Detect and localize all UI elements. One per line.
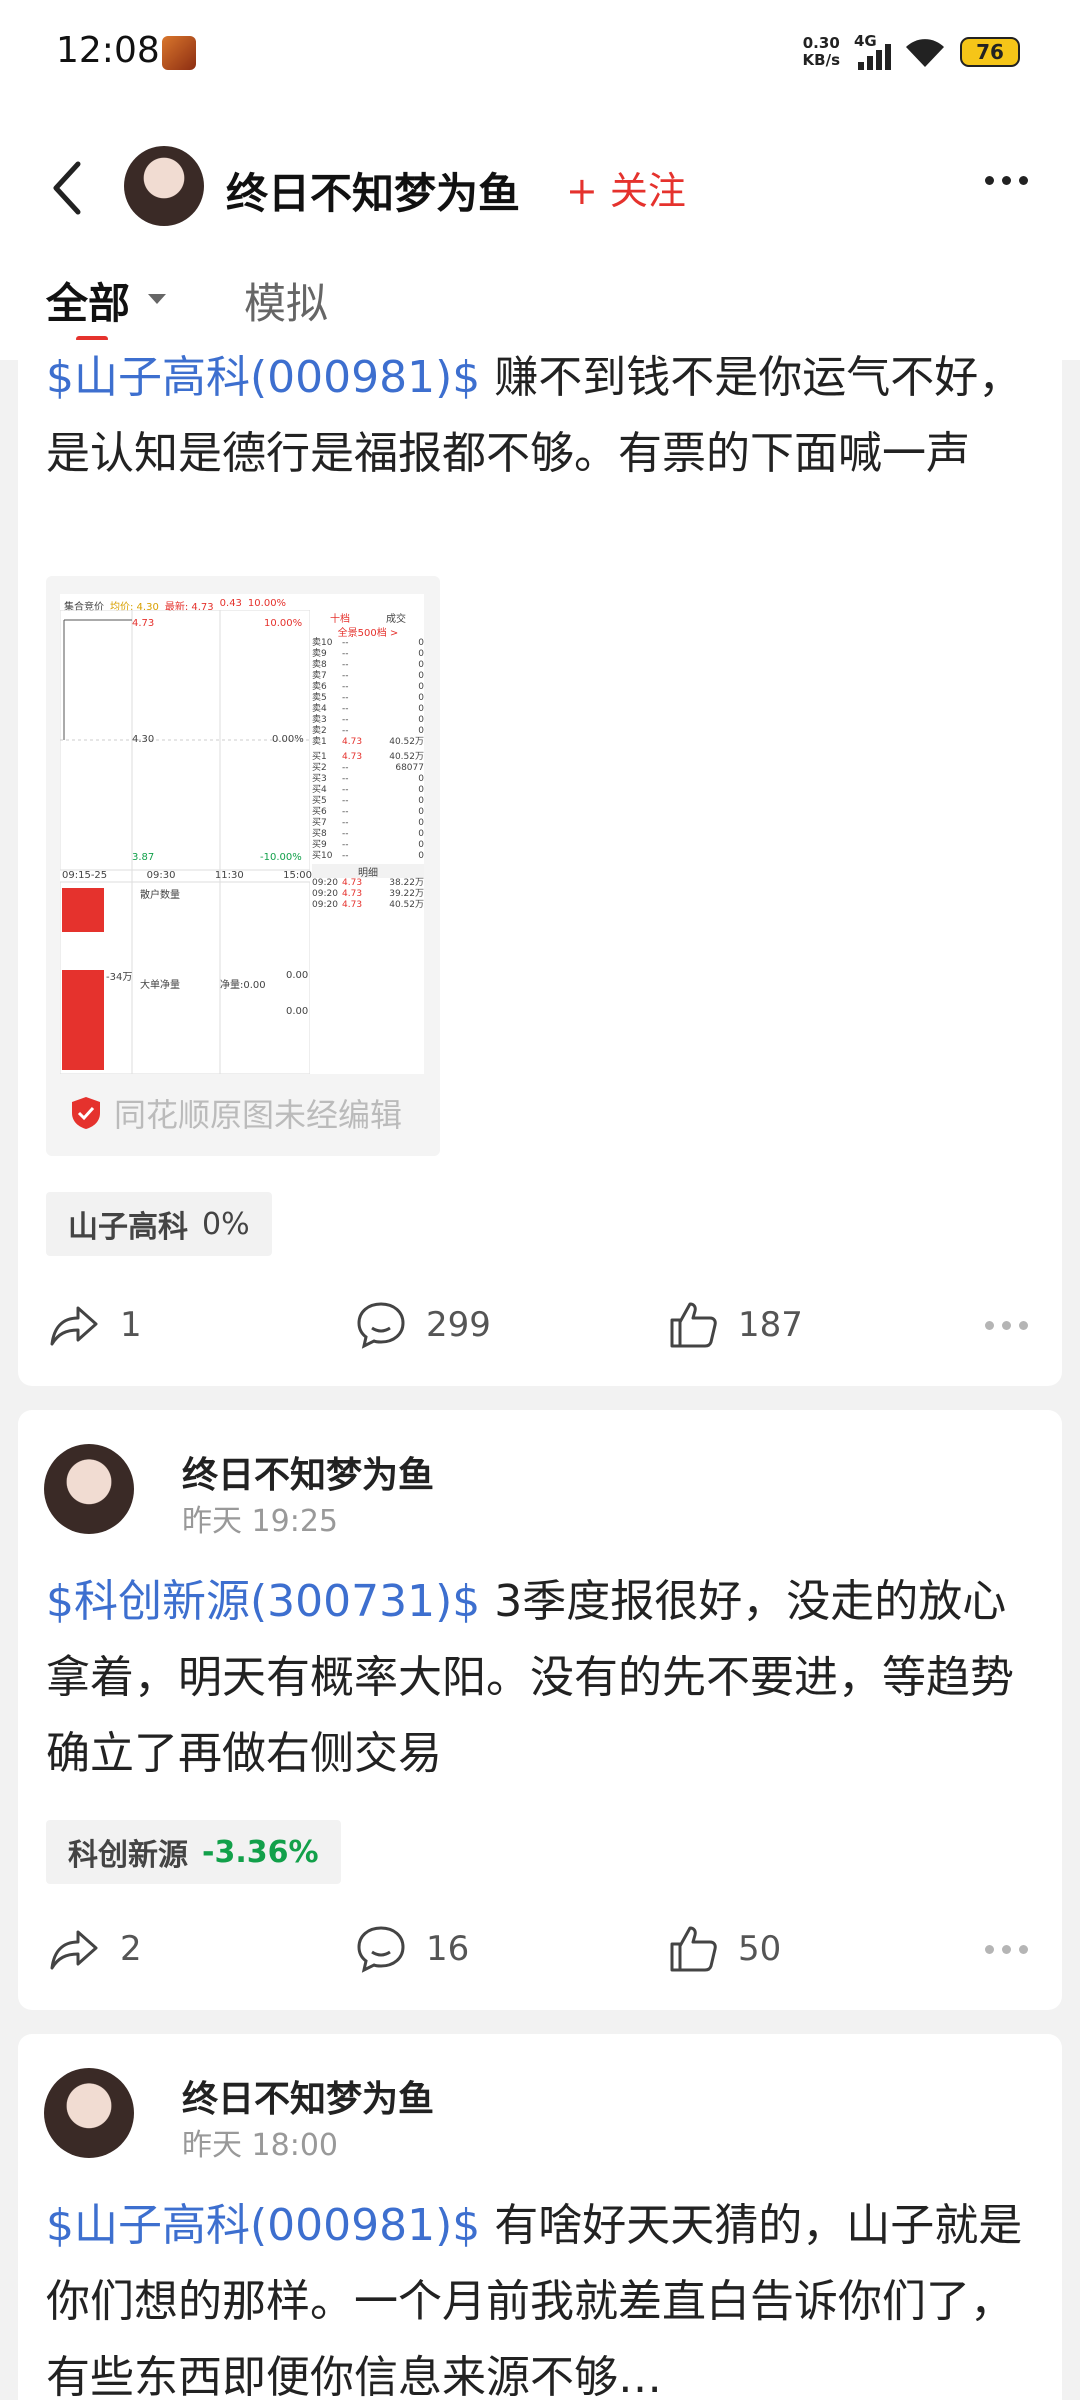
order-book-row: 买10 -- 0: [312, 851, 424, 861]
order-book-row: 卖4 -- 0: [312, 704, 424, 714]
order-book-row: 买2 -- 68077: [312, 763, 424, 773]
thumbs-up-icon: [670, 1302, 717, 1348]
status-bar: 12:08 0.30 KB/s 4G 76: [0, 0, 1080, 100]
post-actions: 2 16 50: [18, 1914, 1062, 1984]
order-book-row: 卖2 -- 0: [312, 726, 424, 736]
order-book-row: 卖5 -- 0: [312, 693, 424, 703]
avatar[interactable]: [44, 2068, 134, 2158]
signal-icon: 4G: [854, 32, 891, 72]
share-icon: [50, 1306, 98, 1346]
tab-all[interactable]: 全部: [46, 270, 130, 331]
profile-name: 终日不知梦为鱼: [226, 169, 521, 218]
comment-icon: [357, 1926, 405, 1973]
battery-indicator: 76: [960, 37, 1020, 67]
order-book-row: 09:20 4.73 39.22万: [312, 889, 424, 899]
follow-button[interactable]: + 关注: [566, 160, 686, 215]
status-indicators: 0.30 KB/s 4G 76: [803, 28, 1020, 76]
image-verified-badge: 同花顺原图未经编辑: [70, 1090, 402, 1136]
order-book-row: 买8 -- 0: [312, 829, 424, 839]
order-book-row: 买7 -- 0: [312, 818, 424, 828]
order-book-row: 卖7 -- 0: [312, 671, 424, 681]
post-image[interactable]: 集合竞价 均价: 4.30 最新: 4.73 0.43 10.00% 4.73: [46, 576, 440, 1156]
post-body: $山子高科(000981)$ 有啥好天天猜的，山子就是你们想的那样。一个月前我就…: [46, 2200, 1023, 2400]
stock-tag[interactable]: 山子高科 0%: [46, 1192, 272, 1256]
order-book-row: 卖3 -- 0: [312, 715, 424, 725]
order-book-row: 买5 -- 0: [312, 796, 424, 806]
stock-tag[interactable]: 科创新源 -3.36%: [46, 1820, 341, 1884]
order-book-row: 买9 -- 0: [312, 840, 424, 850]
post-card: 终日不知梦为鱼 昨天 19:25 $科创新源(300731)$ 3季度报很好，没…: [18, 1410, 1062, 2010]
post-card: 终日不知梦为鱼 昨天 18:00 $山子高科(000981)$ 有啥好天天猜的，…: [18, 2034, 1062, 2400]
order-book-row: 卖9 -- 0: [312, 649, 424, 659]
wifi-icon: [906, 39, 944, 67]
avatar[interactable]: [124, 146, 204, 226]
post-time: 昨天 18:00: [182, 2128, 338, 2163]
thumbs-up-icon: [670, 1926, 717, 1972]
order-book-row: 买3 -- 0: [312, 774, 424, 784]
like-button[interactable]: 50: [666, 1914, 781, 1984]
share-button[interactable]: 2: [48, 1914, 142, 1984]
post-time: 昨天 19:25: [182, 1504, 338, 1539]
stock-link[interactable]: $山子高科(000981)$: [46, 2200, 480, 2251]
stock-link[interactable]: $科创新源(300731)$: [46, 1576, 480, 1627]
back-icon[interactable]: [48, 158, 88, 218]
author-name[interactable]: 终日不知梦为鱼: [182, 2070, 434, 2122]
author-name[interactable]: 终日不知梦为鱼: [182, 1446, 434, 1498]
more-options-icon[interactable]: [985, 176, 1028, 185]
order-book-row: 09:20 4.73 40.52万: [312, 900, 424, 910]
comment-button[interactable]: 16: [354, 1914, 469, 1984]
stock-link[interactable]: $山子高科(000981)$: [46, 352, 480, 403]
order-book-row: 卖8 -- 0: [312, 660, 424, 670]
tab-simulation[interactable]: 模拟: [244, 270, 328, 331]
price-chart: [60, 610, 310, 1074]
stock-screenshot: 集合竞价 均价: 4.30 最新: 4.73 0.43 10.00% 4.73: [60, 594, 424, 1074]
order-book-row: 买1 4.73 40.52万: [312, 752, 424, 762]
status-time: 12:08: [56, 30, 160, 71]
post-actions: 1 299 187: [18, 1290, 1062, 1360]
order-book: 十档 成交 全景500档 > 卖10 -- 0 卖9 -- 0 卖8 -- 0 卖7 -- 0 卖6 -- 0…: [312, 614, 424, 910]
share-icon: [50, 1930, 98, 1970]
chevron-down-icon[interactable]: [148, 294, 166, 304]
order-book-row: 09:20 4.73 38.22万: [312, 878, 424, 888]
comment-button[interactable]: 299: [354, 1290, 491, 1360]
share-button[interactable]: 1: [48, 1290, 142, 1360]
post-more-icon[interactable]: [985, 1945, 1028, 1954]
avatar[interactable]: [44, 1444, 134, 1534]
plus-icon: +: [566, 169, 610, 213]
order-book-row: 买6 -- 0: [312, 807, 424, 817]
app-notification-icon: [162, 36, 196, 70]
post-body: $山子高科(000981)$ 赚不到钱不是你运气不好，是认知是德行是福报都不够。…: [46, 352, 1023, 479]
order-book-row: 买4 -- 0: [312, 785, 424, 795]
profile-header: 终日不知梦为鱼 + 关注: [0, 100, 1080, 270]
order-book-row: 卖1 4.73 40.52万: [312, 737, 424, 747]
shield-check-icon: [72, 1097, 100, 1129]
comment-icon: [357, 1302, 405, 1349]
network-speed: 0.30 KB/s: [802, 34, 840, 69]
post-card: $山子高科(000981)$ 赚不到钱不是你运气不好，是认知是德行是福报都不够。…: [18, 340, 1062, 1386]
order-book-row: 卖6 -- 0: [312, 682, 424, 692]
post-more-icon[interactable]: [985, 1321, 1028, 1330]
post-body: $科创新源(300731)$ 3季度报很好，没走的放心拿着，明天有概率大阳。没有…: [46, 1576, 1014, 1779]
like-button[interactable]: 187: [666, 1290, 803, 1360]
order-book-row: 卖10 -- 0: [312, 638, 424, 648]
